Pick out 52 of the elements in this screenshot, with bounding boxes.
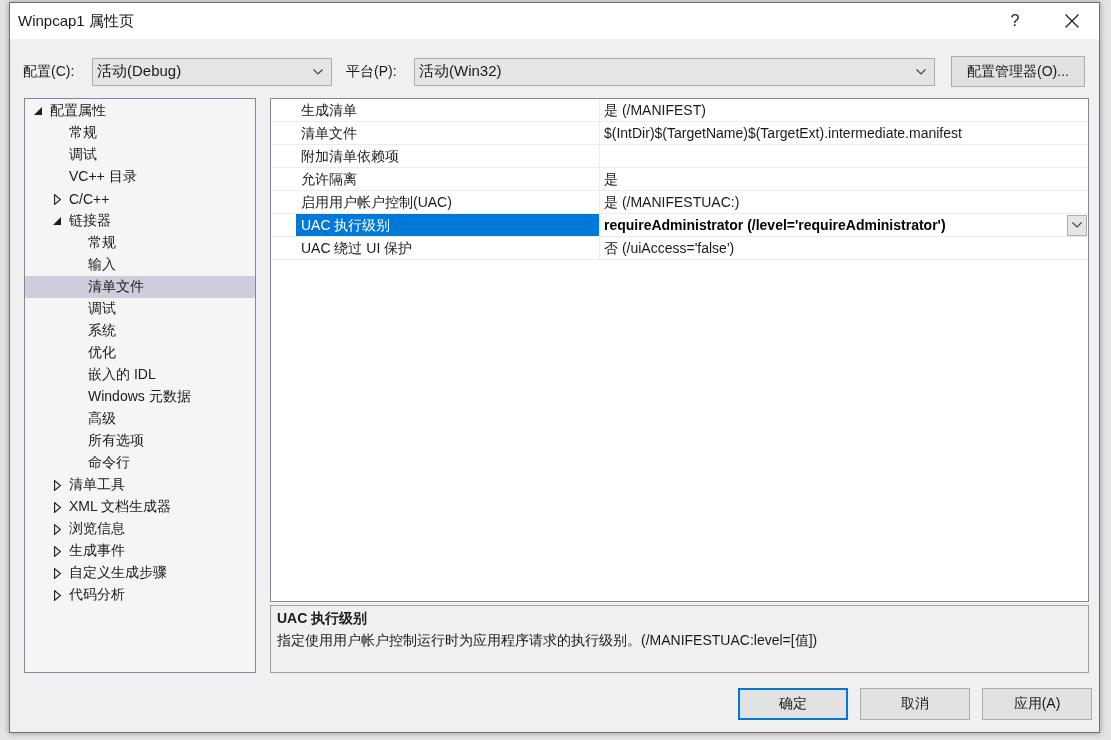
dialog-button[interactable]: 应用(A) [982, 688, 1092, 720]
tree-item[interactable]: 代码分析 [25, 584, 255, 606]
tree-item[interactable]: 配置属性 [25, 100, 255, 122]
chevron-down-icon [313, 68, 323, 75]
tree-item[interactable]: 链接器 [25, 210, 255, 232]
tree-item[interactable]: 自定义生成步骤 [25, 562, 255, 584]
tree-item[interactable]: 系统 [25, 320, 255, 342]
property-value[interactable]: 是 [604, 169, 618, 189]
close-icon [1065, 14, 1079, 28]
property-value[interactable]: 否 (/uiAccess='false') [604, 238, 735, 258]
tree-item[interactable]: XML 文档生成器 [25, 496, 255, 518]
tree-item[interactable]: 调试 [25, 144, 255, 166]
property-value[interactable]: 是 (/MANIFEST) [604, 100, 706, 120]
chevron-down-icon [1072, 222, 1082, 228]
tree-item[interactable]: 输入 [25, 254, 255, 276]
dropdown-button[interactable] [1067, 214, 1087, 236]
tree-item[interactable]: 命令行 [25, 452, 255, 474]
tree-item[interactable]: C/C++ [25, 188, 255, 210]
chevron-down-icon [916, 68, 926, 75]
dialog-button[interactable]: 确定 [738, 688, 848, 720]
property-value[interactable]: requireAdministrator (/level='requireAdministrator') [604, 215, 946, 235]
description-title: UAC 执行级别 [277, 609, 369, 628]
property-name[interactable]: UAC 绕过 UI 保护 [296, 237, 600, 259]
tree-item[interactable]: 浏览信息 [25, 518, 255, 540]
property-name[interactable]: 允许隔离 [296, 168, 600, 190]
tree-item[interactable]: 清单工具 [25, 474, 255, 496]
configuration-label: 配置(C): [23, 62, 76, 81]
tree-item[interactable]: 生成事件 [25, 540, 255, 562]
tree-item[interactable]: 常规 [25, 232, 255, 254]
tree-item[interactable]: VC++ 目录 [25, 166, 255, 188]
property-name[interactable]: UAC 执行级别 [296, 214, 600, 236]
property-value[interactable]: 是 (/MANIFESTUAC:) [604, 192, 740, 212]
description-text: 指定使用用户帐户控制运行时为应用程序请求的执行级别。(/MANIFESTUAC:level=[值]) [277, 631, 819, 650]
property-name[interactable]: 附加清单依赖项 [296, 145, 600, 167]
platform-dropdown[interactable]: 活动(Win32) [414, 57, 935, 86]
tree-item[interactable]: 常规 [25, 122, 255, 144]
tree-item[interactable]: 调试 [25, 298, 255, 320]
window-title: Winpcap1 属性页 [18, 11, 135, 31]
tree-item[interactable]: 所有选项 [25, 430, 255, 452]
property-value[interactable]: $(IntDir)$(TargetName)$(TargetExt).intermediate.manifest [604, 123, 962, 143]
tree-item[interactable]: 优化 [25, 342, 255, 364]
configuration-manager-button[interactable]: 配置管理器(O)... [951, 56, 1085, 87]
configuration-dropdown[interactable]: 活动(Debug) [92, 57, 332, 86]
property-name[interactable]: 生成清单 [296, 99, 600, 121]
property-name[interactable]: 启用用户帐户控制(UAC) [296, 191, 600, 213]
platform-label: 平台(P): [346, 62, 398, 81]
property-name[interactable]: 清单文件 [296, 122, 600, 144]
tree-item[interactable]: 清单文件 [25, 276, 255, 298]
tree-item[interactable]: 嵌入的 IDL [25, 364, 255, 386]
dialog-button[interactable]: 取消 [860, 688, 970, 720]
tree-item[interactable]: 高级 [25, 408, 255, 430]
tree-item[interactable]: Windows 元数据 [25, 386, 255, 408]
